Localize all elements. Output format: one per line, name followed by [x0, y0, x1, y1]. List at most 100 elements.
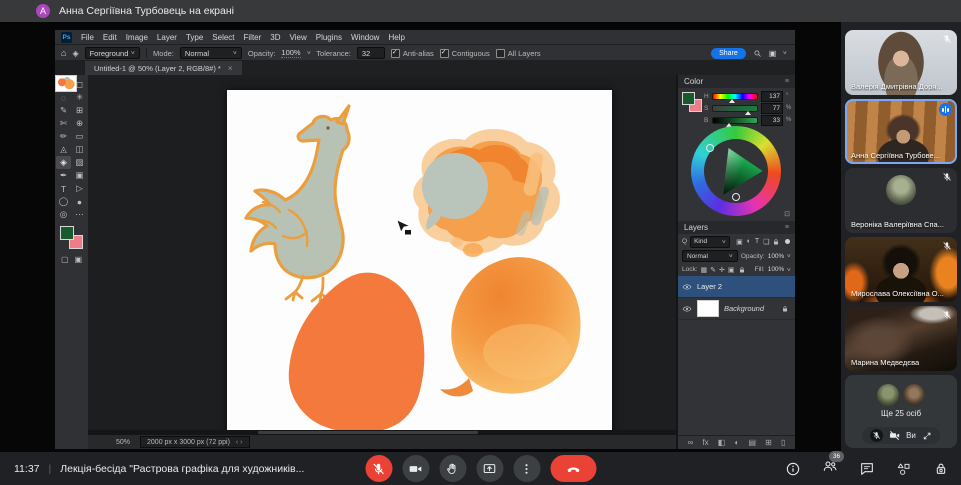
tool-icon[interactable]: ●	[72, 195, 87, 208]
slider-thumb[interactable]	[745, 111, 751, 115]
participants-button[interactable]: 36	[822, 458, 838, 479]
layer-action-icon[interactable]: ◧	[718, 438, 726, 447]
participant-tile[interactable]: Валерія Дмитрівна Доря...	[845, 30, 957, 95]
present-button[interactable]	[476, 455, 503, 482]
tool-icon[interactable]: ✄	[56, 117, 71, 130]
tool-icon[interactable]: ◎	[56, 208, 71, 221]
self-controls-pill[interactable]: Ви	[862, 427, 940, 444]
screen-mode-icon[interactable]: ▢	[61, 255, 69, 264]
mic-mute-button[interactable]	[365, 455, 392, 482]
tool-icon[interactable]: ⊞	[72, 104, 87, 117]
layer-row-layer2[interactable]: Layer 2	[678, 276, 795, 298]
checkbox-checked[interactable]	[391, 49, 400, 58]
chevron-down-icon[interactable]: ∨	[787, 253, 792, 259]
layer-action-icon[interactable]: ▯	[781, 438, 785, 447]
filter-type-icon[interactable]: ▣	[736, 238, 743, 246]
document-canvas[interactable]	[227, 90, 612, 438]
menu-item[interactable]: File	[81, 33, 94, 42]
activities-icon[interactable]	[896, 461, 912, 477]
foreground-color-swatch[interactable]	[682, 92, 695, 105]
visibility-eye-icon[interactable]	[682, 304, 692, 314]
saturation-value[interactable]: 77	[761, 103, 783, 114]
tool-icon[interactable]: ✳	[72, 91, 87, 104]
camera-off-icon[interactable]	[889, 430, 900, 441]
lock-option-icon[interactable]: ▣	[728, 266, 735, 274]
foreground-color-swatch[interactable]	[60, 226, 74, 240]
layer-action-icon[interactable]: ▤	[748, 438, 756, 447]
all-layers-checkbox[interactable]: All Layers	[496, 49, 541, 58]
tool-icon[interactable]: ✏	[56, 130, 71, 143]
meeting-info-icon[interactable]	[785, 461, 801, 477]
panel-menu-icon[interactable]: ≡	[785, 78, 789, 85]
lock-option-icon[interactable]: ▦	[701, 266, 708, 274]
brightness-value[interactable]: 33	[761, 115, 783, 126]
tool-icon[interactable]: ▷	[72, 182, 87, 195]
scrollbar-thumb[interactable]	[258, 431, 478, 434]
chevron-down-icon[interactable]: ∨	[306, 50, 311, 56]
menu-item[interactable]: Layer	[157, 33, 177, 42]
visibility-eye-icon[interactable]	[682, 282, 692, 292]
current-tool-icon[interactable]: ◈	[72, 49, 78, 58]
menu-item[interactable]: 3D	[270, 33, 280, 42]
tool-icon[interactable]: T	[56, 182, 71, 195]
menu-item[interactable]: Help	[388, 33, 404, 42]
tool-preset-select[interactable]: Foreground ∨	[85, 47, 140, 59]
raise-hand-button[interactable]	[439, 455, 466, 482]
tool-icon[interactable]: ✒	[56, 169, 71, 182]
layer-action-icon[interactable]: ◐	[734, 438, 739, 447]
menu-item[interactable]: Plugins	[316, 33, 342, 42]
photoshop-logo[interactable]: Ps	[61, 32, 72, 43]
layer-name[interactable]: Layer 2	[697, 282, 722, 291]
share-button[interactable]: Share	[711, 48, 746, 59]
chevron-down-icon[interactable]: ∨	[787, 267, 792, 273]
overflow-participants-tile[interactable]: Ще 25 осіб Ви	[845, 375, 957, 448]
lock-option-icon[interactable]: ✛	[719, 266, 725, 274]
layer-thumbnail[interactable]	[55, 75, 77, 92]
tool-icon[interactable]: ✎	[56, 104, 71, 117]
host-controls-icon[interactable]	[933, 461, 949, 477]
tool-icon[interactable]: ⊕	[72, 117, 87, 130]
layer-name[interactable]: Background	[724, 304, 764, 313]
anti-alias-checkbox[interactable]: Anti-alias	[391, 49, 434, 58]
tool-icon[interactable]: ◈	[56, 156, 71, 169]
tool-icon[interactable]: ◬	[56, 143, 71, 156]
chevron-down-icon[interactable]: ∨	[783, 50, 788, 56]
menu-item[interactable]: View	[290, 33, 307, 42]
color-panel-tab[interactable]: Color	[684, 77, 703, 86]
slider-thumb[interactable]	[729, 99, 735, 103]
filter-toggle-icon[interactable]	[785, 239, 790, 244]
layer-action-icon[interactable]: ⊞	[765, 438, 772, 447]
tool-icon[interactable]: ▣	[72, 169, 87, 182]
screen-mode-icon[interactable]: ▣	[75, 255, 83, 264]
menu-item[interactable]: Window	[351, 33, 379, 42]
close-icon[interactable]: ×	[228, 64, 233, 73]
menu-item[interactable]: Edit	[103, 33, 117, 42]
filter-type-icon[interactable]: ❏	[763, 238, 769, 246]
zoom-level[interactable]: 50%	[116, 439, 130, 446]
color-panel-corner-icon[interactable]: ⊡	[784, 210, 790, 218]
participant-tile-active-speaker[interactable]: Анна Сергіївна Турбове...	[845, 99, 957, 164]
self-mic-off-button[interactable]	[870, 429, 883, 442]
layer-action-icon[interactable]: fx	[702, 438, 708, 447]
tolerance-input[interactable]: 32	[357, 47, 385, 59]
filter-kind-select[interactable]: Kind ∨	[690, 236, 730, 248]
menu-item[interactable]: Filter	[244, 33, 262, 42]
participant-tile[interactable]: Марина Медведєва	[845, 306, 957, 371]
hue-slider[interactable]	[712, 93, 758, 100]
tool-icon[interactable]: ◫	[72, 143, 87, 156]
brightness-slider[interactable]	[712, 117, 758, 124]
document-size-field[interactable]: 2000 px x 3000 px (72 ppi) ‹ ›	[140, 436, 250, 448]
lock-option-icon[interactable]: ✎	[710, 266, 716, 274]
workspace-icon[interactable]: ▣	[769, 49, 777, 58]
document-tab[interactable]: Untitled-1 @ 50% (Layer 2, RGB/8#) * ×	[85, 61, 242, 75]
tool-icon[interactable]: ◯	[56, 195, 71, 208]
search-icon[interactable]	[753, 49, 762, 58]
layer-action-icon[interactable]: ∞	[688, 438, 694, 447]
layer-opacity-value[interactable]: 100%	[768, 253, 785, 260]
participant-tile[interactable]: Мирослава Олексіївна О...	[845, 237, 957, 302]
menu-item[interactable]: Type	[186, 33, 203, 42]
color-wheel[interactable]	[691, 126, 781, 216]
tool-icon[interactable]: ⋯	[72, 208, 87, 221]
participant-tile[interactable]: Вероніка Валеріївна Спа...	[845, 168, 957, 233]
tool-icon[interactable]: ▭	[72, 130, 87, 143]
